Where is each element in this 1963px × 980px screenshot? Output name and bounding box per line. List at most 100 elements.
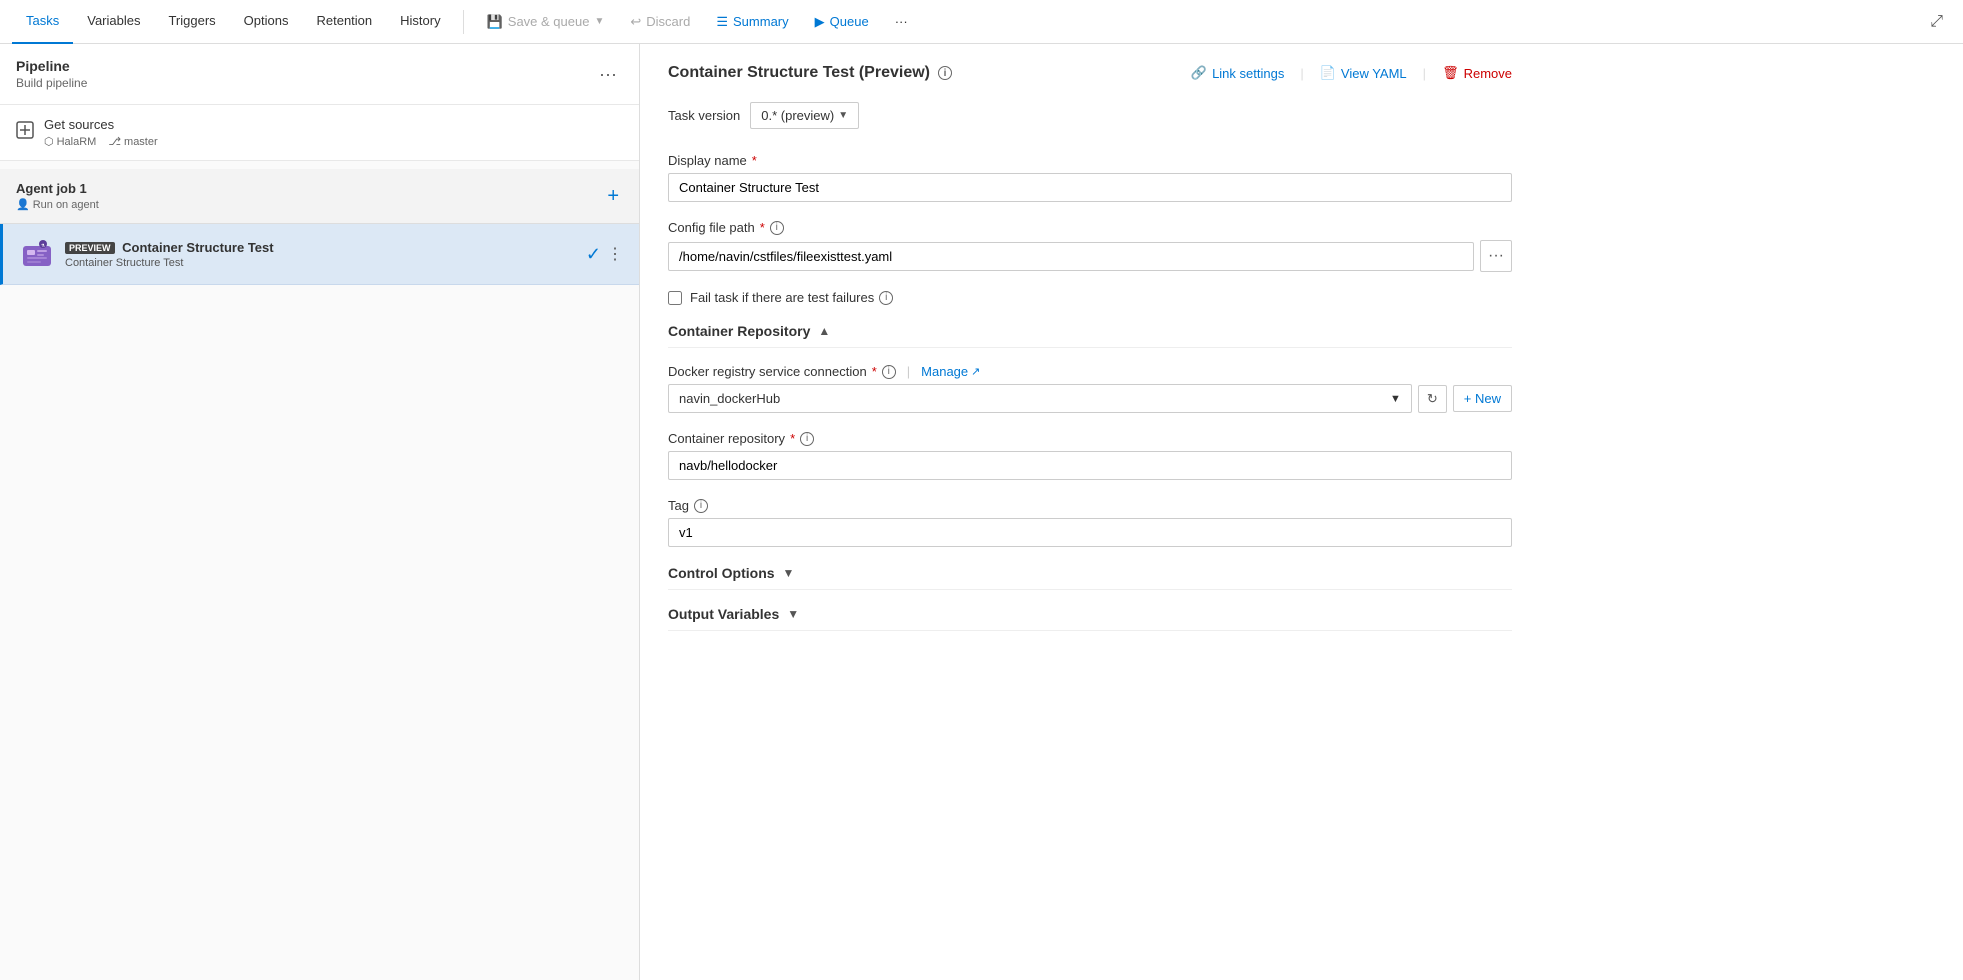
right-panel: Container Structure Test (Preview) i 🔗 L… bbox=[640, 44, 1963, 980]
fail-task-checkbox[interactable] bbox=[668, 291, 682, 305]
task-subtitle: Container Structure Test bbox=[65, 257, 576, 269]
config-file-path-label: Config file path * i bbox=[668, 220, 1512, 235]
agent-icon: 👤 bbox=[16, 198, 30, 211]
docker-registry-row: Docker registry service connection * i |… bbox=[668, 364, 1512, 413]
agent-job-subtitle: 👤 Run on agent bbox=[16, 198, 99, 211]
tab-triggers[interactable]: Triggers bbox=[154, 0, 229, 44]
link-settings-button[interactable]: 🔗 Link settings bbox=[1191, 65, 1284, 81]
pipeline-more-button[interactable]: ··· bbox=[593, 62, 623, 87]
save-queue-button[interactable]: 💾 Save & queue ▼ bbox=[476, 8, 616, 36]
task-version-row: Task version 0.* (preview) ▼ bbox=[668, 102, 1512, 129]
refresh-icon: ↻ bbox=[1427, 391, 1438, 407]
tab-history[interactable]: History bbox=[386, 0, 454, 44]
panel-action-separator: | bbox=[1300, 66, 1303, 81]
docker-info-icon[interactable]: i bbox=[882, 365, 896, 379]
get-sources-icon bbox=[16, 121, 34, 144]
task-content: PREVIEW Container Structure Test Contain… bbox=[65, 240, 576, 269]
summary-button[interactable]: ☰ Summary bbox=[705, 8, 799, 36]
panel-actions: 🔗 Link settings | 📄 View YAML | 🗑 Remove bbox=[1191, 65, 1512, 81]
queue-play-icon: ▶ bbox=[815, 14, 825, 30]
save-icon: 💾 bbox=[487, 14, 503, 30]
svg-text:⚗: ⚗ bbox=[41, 242, 45, 249]
task-more-button[interactable]: ⋮ bbox=[607, 244, 623, 264]
container-repository-field-row: Container repository * i bbox=[668, 431, 1512, 480]
container-repository-toggle-icon: ▲ bbox=[818, 324, 830, 338]
view-yaml-button[interactable]: 📄 View YAML bbox=[1320, 65, 1407, 81]
tab-tasks[interactable]: Tasks bbox=[12, 0, 73, 44]
get-sources-repo: ⬡ HalaRM bbox=[44, 135, 96, 148]
config-file-path-input[interactable] bbox=[668, 242, 1474, 271]
docker-registry-refresh-button[interactable]: ↻ bbox=[1418, 385, 1447, 413]
task-title: PREVIEW Container Structure Test bbox=[65, 240, 576, 255]
yaml-icon: 📄 bbox=[1320, 65, 1336, 81]
panel-title-info-icon[interactable]: i bbox=[938, 66, 952, 80]
remove-icon: 🗑 bbox=[1442, 65, 1459, 81]
manage-link[interactable]: Manage ↗ bbox=[921, 364, 980, 379]
docker-required: * bbox=[872, 364, 877, 379]
expand-icon[interactable]: ⤢ bbox=[1922, 9, 1951, 35]
display-name-row: Display name * bbox=[668, 153, 1512, 202]
panel-header: Container Structure Test (Preview) i 🔗 L… bbox=[668, 64, 1512, 82]
docker-registry-new-button[interactable]: + New bbox=[1453, 385, 1512, 412]
tag-input[interactable] bbox=[668, 518, 1512, 547]
tag-row: Tag i bbox=[668, 498, 1512, 547]
save-chevron-icon: ▼ bbox=[594, 16, 604, 27]
discard-button[interactable]: ↩ Discard bbox=[619, 8, 701, 36]
main-layout: Pipeline Build pipeline ··· Get sources … bbox=[0, 44, 1963, 980]
pipeline-info: Pipeline Build pipeline bbox=[16, 58, 87, 90]
panel-title: Container Structure Test (Preview) i bbox=[668, 64, 952, 82]
agent-job-info: Agent job 1 👤 Run on agent bbox=[16, 181, 99, 211]
task-badge: PREVIEW bbox=[65, 242, 115, 254]
pipeline-header: Pipeline Build pipeline ··· bbox=[0, 44, 639, 105]
branch-icon: ⎇ bbox=[108, 135, 121, 148]
tab-retention[interactable]: Retention bbox=[302, 0, 386, 44]
docker-registry-label: Docker registry service connection * i |… bbox=[668, 364, 1512, 379]
nav-separator bbox=[463, 10, 464, 34]
control-options-section[interactable]: Control Options ▼ bbox=[668, 565, 1512, 590]
queue-button[interactable]: ▶ Queue bbox=[804, 8, 880, 36]
get-sources[interactable]: Get sources ⬡ HalaRM ⎇ master bbox=[0, 105, 639, 161]
output-variables-toggle-icon: ▼ bbox=[787, 607, 799, 621]
container-repository-label: Container repository * i bbox=[668, 431, 1512, 446]
fail-task-label: Fail task if there are test failures i bbox=[690, 290, 893, 305]
container-repository-input[interactable] bbox=[668, 451, 1512, 480]
agent-job: Agent job 1 👤 Run on agent + bbox=[0, 169, 639, 224]
summary-icon: ☰ bbox=[716, 14, 728, 30]
output-variables-section[interactable]: Output Variables ▼ bbox=[668, 606, 1512, 631]
tag-label: Tag i bbox=[668, 498, 1512, 513]
task-version-label: Task version bbox=[668, 108, 740, 123]
task-icon-wrap: ⚗ bbox=[19, 236, 55, 272]
docker-sep: | bbox=[907, 364, 910, 379]
more-options-button[interactable]: ··· bbox=[884, 8, 919, 35]
docker-registry-dropdown[interactable]: navin_dockerHub ▼ bbox=[668, 384, 1412, 413]
agent-job-title: Agent job 1 bbox=[16, 181, 99, 196]
pipeline-subtitle: Build pipeline bbox=[16, 76, 87, 90]
task-check-icon: ✓ bbox=[586, 244, 601, 265]
repo-icon: ⬡ bbox=[44, 135, 54, 148]
config-info-icon[interactable]: i bbox=[770, 221, 784, 235]
fail-task-info-icon[interactable]: i bbox=[879, 291, 893, 305]
agent-job-left: Agent job 1 👤 Run on agent bbox=[16, 181, 99, 211]
pipeline-title: Pipeline bbox=[16, 58, 87, 74]
display-name-input[interactable] bbox=[668, 173, 1512, 202]
tab-options[interactable]: Options bbox=[230, 0, 303, 44]
task-item[interactable]: ⚗ PREVIEW Container Structure Test Conta… bbox=[0, 224, 639, 285]
config-file-path-browse-button[interactable]: ··· bbox=[1480, 240, 1512, 272]
remove-button[interactable]: 🗑 Remove bbox=[1442, 65, 1512, 81]
container-repo-info-icon[interactable]: i bbox=[800, 432, 814, 446]
task-version-chevron-icon: ▼ bbox=[838, 110, 848, 121]
fail-task-row: Fail task if there are test failures i bbox=[668, 290, 1512, 305]
config-required: * bbox=[760, 220, 765, 235]
task-version-select[interactable]: 0.* (preview) ▼ bbox=[750, 102, 859, 129]
container-repository-section[interactable]: Container Repository ▲ bbox=[668, 323, 1512, 348]
link-settings-icon: 🔗 bbox=[1191, 65, 1207, 81]
docker-registry-select-row: navin_dockerHub ▼ ↻ + New bbox=[668, 384, 1512, 413]
config-file-path-row: Config file path * i ··· bbox=[668, 220, 1512, 272]
add-task-button[interactable]: + bbox=[603, 185, 623, 208]
tag-info-icon[interactable]: i bbox=[694, 499, 708, 513]
tab-variables[interactable]: Variables bbox=[73, 0, 154, 44]
display-name-required: * bbox=[752, 153, 757, 168]
container-repo-required: * bbox=[790, 431, 795, 446]
discard-icon: ↩ bbox=[630, 14, 641, 30]
config-file-path-input-row: ··· bbox=[668, 240, 1512, 272]
